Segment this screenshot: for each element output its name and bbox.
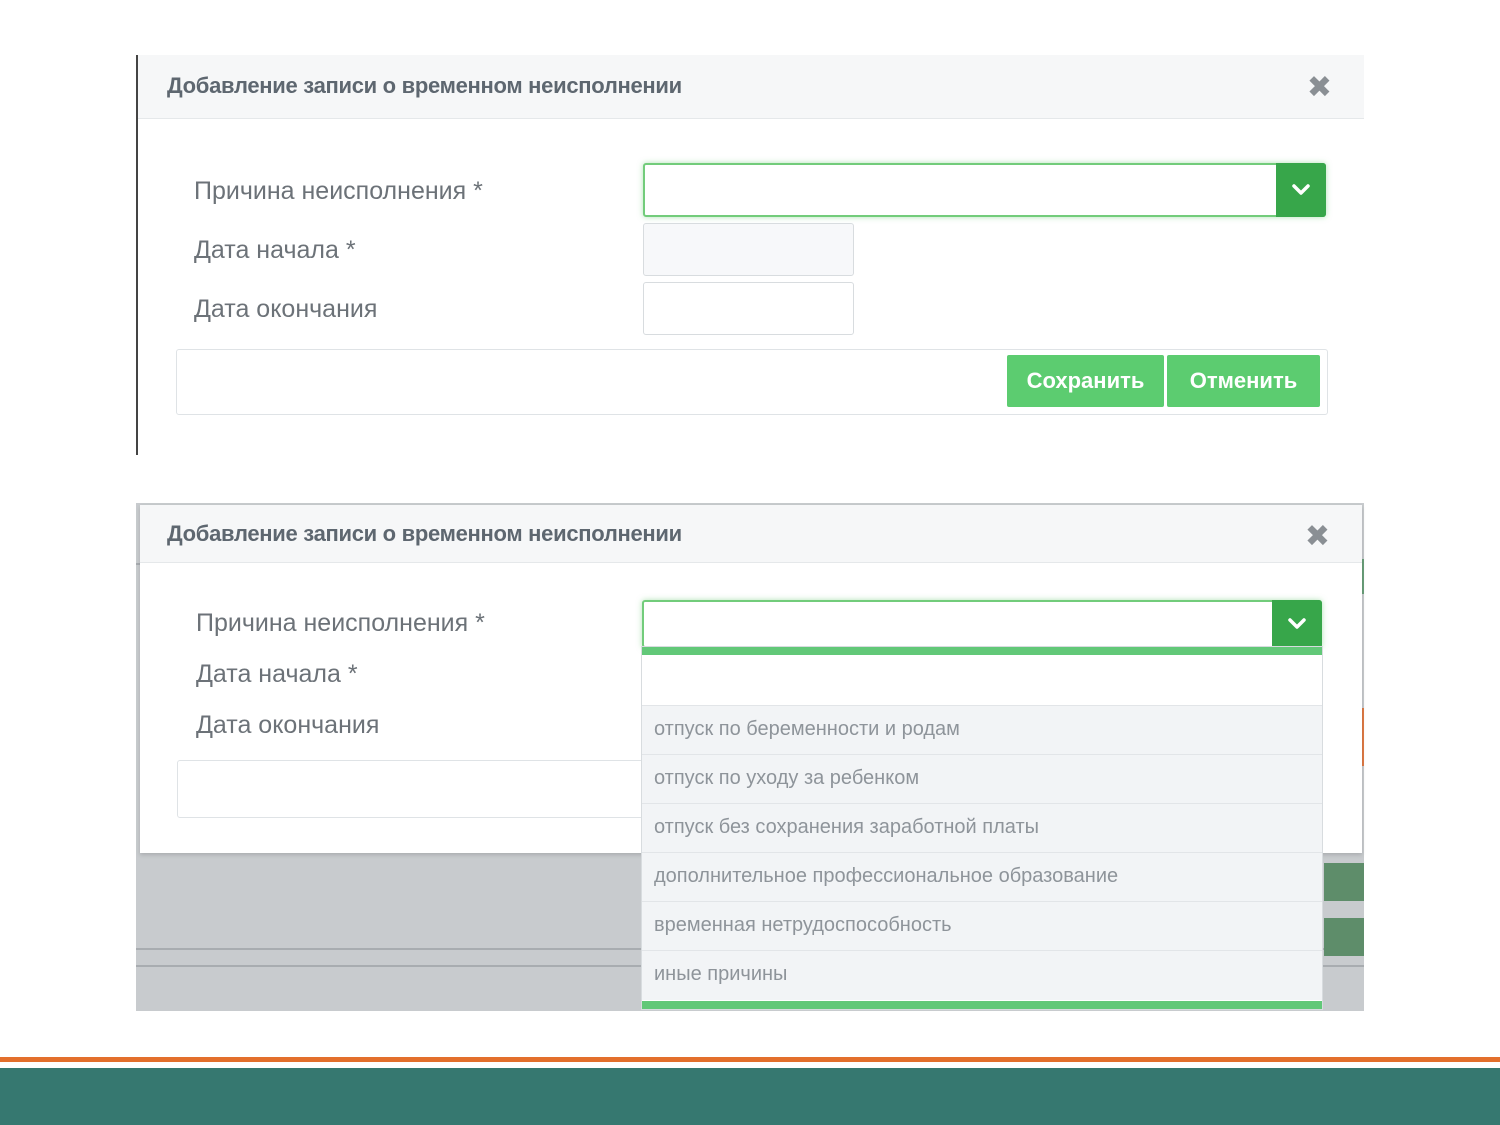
- dropdown-option[interactable]: временная нетрудоспособность: [642, 902, 1322, 951]
- save-button[interactable]: Сохранить: [1007, 355, 1164, 407]
- reason-dropdown-button[interactable]: [1272, 600, 1322, 648]
- reason-label: Причина неисполнения *: [194, 177, 483, 205]
- reason-dropdown-list: отпуск по беременности и родам отпуск по…: [641, 646, 1323, 1010]
- backdrop-block: [1324, 918, 1364, 956]
- dialog-footer: Сохранить Отменить: [176, 349, 1328, 415]
- slide-accent-line: [0, 1057, 1500, 1062]
- end-date-label: Дата окончания: [196, 711, 380, 739]
- dialog-header: Добавление записи о временном неисполнен…: [138, 55, 1364, 119]
- dropdown-option[interactable]: отпуск по беременности и родам: [642, 706, 1322, 755]
- end-date-label: Дата окончания: [194, 295, 378, 323]
- chevron-down-icon: [1292, 184, 1310, 195]
- dialog-title: Добавление записи о временном неисполнен…: [167, 521, 682, 546]
- reason-label: Причина неисполнения *: [196, 609, 485, 637]
- chevron-down-icon: [1288, 618, 1306, 629]
- dropdown-search-input[interactable]: [642, 655, 1322, 706]
- slide-footer-band: [0, 1068, 1500, 1125]
- reason-dropdown-button[interactable]: [1276, 163, 1326, 217]
- close-icon[interactable]: ✖: [1307, 73, 1332, 103]
- start-date-label: Дата начала *: [196, 660, 358, 688]
- dropdown-option[interactable]: дополнительное профессиональное образова…: [642, 853, 1322, 902]
- cancel-button[interactable]: Отменить: [1167, 355, 1320, 407]
- dropdown-top-bar: [642, 647, 1322, 655]
- start-date-label: Дата начала *: [194, 236, 356, 264]
- dropdown-bottom-bar: [642, 1001, 1322, 1009]
- dialog-title: Добавление записи о временном неисполнен…: [167, 73, 682, 98]
- backdrop-block: [1324, 863, 1364, 901]
- add-record-dialog: Добавление записи о временном неисполнен…: [136, 55, 1364, 455]
- reason-select[interactable]: [642, 600, 1322, 648]
- dropdown-option[interactable]: отпуск без сохранения заработной платы: [642, 804, 1322, 853]
- reason-select[interactable]: [643, 163, 1326, 217]
- end-date-input[interactable]: [643, 282, 854, 335]
- dialog-header: Добавление записи о временном неисполнен…: [140, 505, 1362, 563]
- close-icon[interactable]: ✖: [1305, 522, 1330, 552]
- dropdown-option[interactable]: отпуск по уходу за ребенком: [642, 755, 1322, 804]
- start-date-input[interactable]: [643, 223, 854, 276]
- dropdown-option[interactable]: иные причины: [642, 951, 1322, 1000]
